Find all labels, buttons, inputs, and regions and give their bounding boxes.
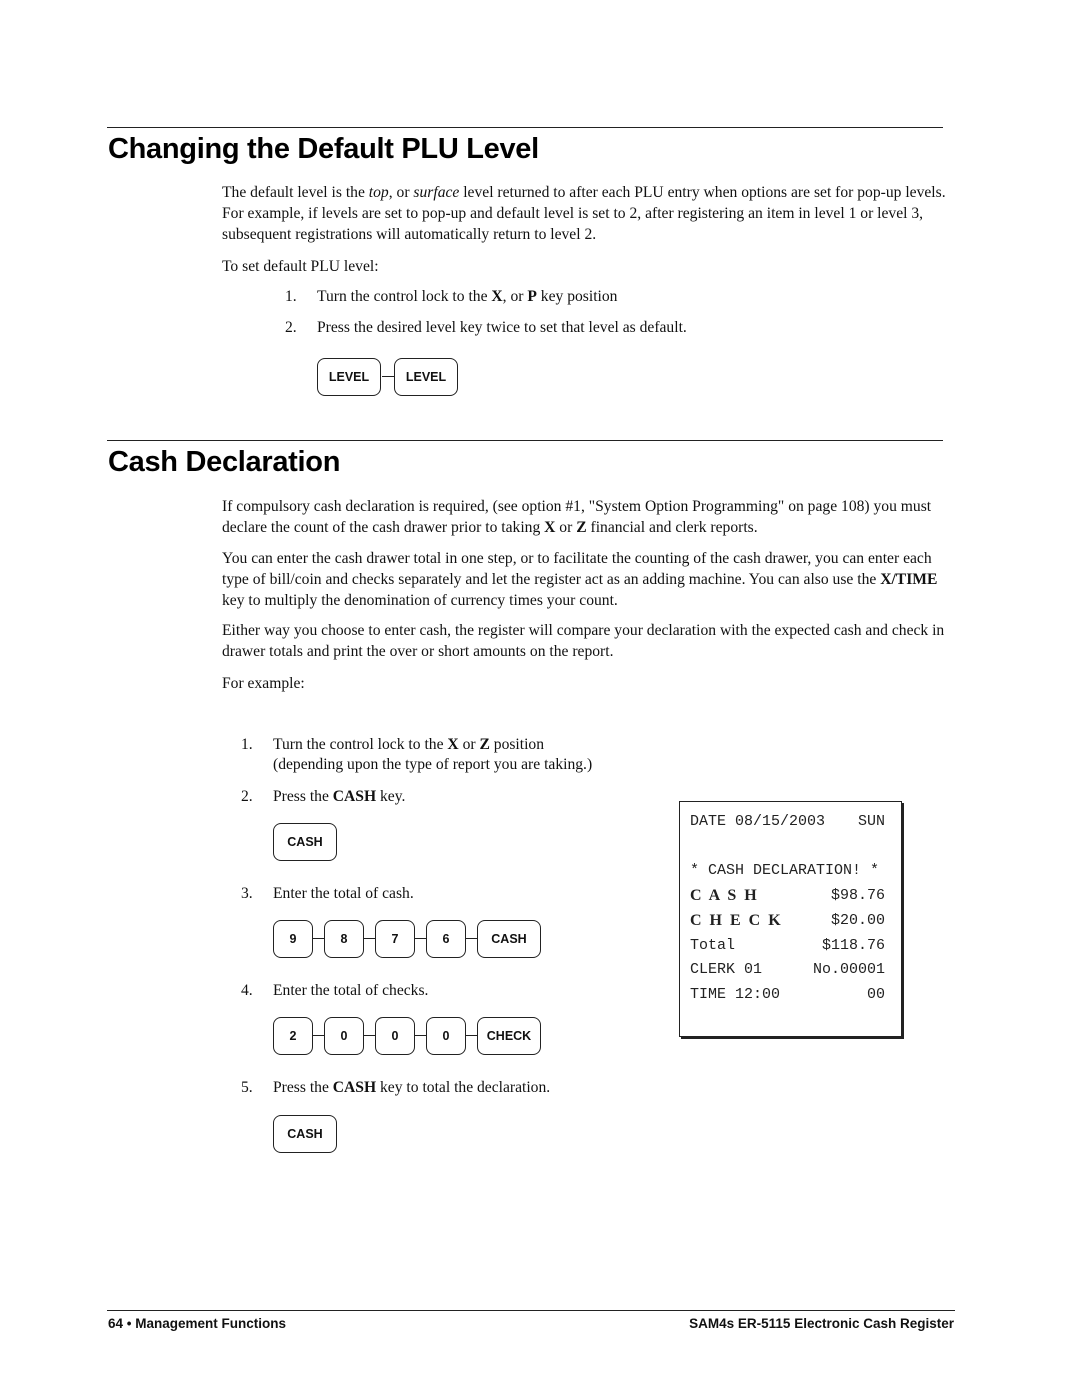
step-text: Press the CASH key to total the declarat… — [273, 1079, 551, 1096]
key-check: CHECK — [477, 1017, 541, 1055]
bold-z: Z — [576, 519, 587, 536]
key-digit: 2 — [273, 1017, 313, 1055]
step-number: 3. — [241, 885, 253, 902]
receipt-row-cash: C A S H $98.76 — [690, 887, 885, 907]
text-run: key to multiply the denomination of curr… — [222, 592, 618, 609]
key-level: LEVEL — [394, 358, 458, 396]
receipt-row-clerk: CLERK 01 No.00001 — [690, 961, 885, 981]
text-run: , or — [388, 184, 414, 201]
receipt-printout: DATE 08/15/2003 SUN * CASH DECLARATION! … — [679, 801, 902, 1037]
step-text: Turn the control lock to the X or Z posi… — [273, 736, 545, 753]
step-text: Turn the control lock to the X, or P key… — [317, 288, 618, 305]
cash-declaration-p4: For example: — [222, 675, 305, 692]
bold-x: X — [544, 519, 556, 536]
key-cash: CASH — [477, 920, 541, 958]
key-digit: 0 — [426, 1017, 466, 1055]
receipt-label: C A S H — [690, 887, 759, 904]
receipt-value: 00 — [866, 986, 885, 1003]
section-rule-2 — [107, 440, 943, 441]
footer-rule — [107, 1310, 955, 1311]
cash-declaration-p1: If compulsory cash declaration is requir… — [222, 496, 952, 538]
key-connector — [382, 376, 394, 377]
text-run: The default level is the — [222, 184, 369, 201]
section-title-plu-level: Changing the Default PLU Level — [108, 133, 539, 165]
receipt-day: SUN — [857, 813, 885, 830]
footer-right: SAM4s ER-5115 Electronic Cash Register — [689, 1316, 954, 1331]
receipt-row-check: C H E C K $20.00 — [690, 912, 885, 932]
receipt-label: CLERK 01 — [690, 961, 763, 978]
cash-declaration-p3: Either way you choose to enter cash, the… — [222, 622, 945, 660]
receipt-date: DATE 08/15/2003 — [690, 813, 826, 830]
footer-left: 64 • Management Functions — [108, 1316, 287, 1331]
section-rule-1 — [107, 127, 943, 128]
step-text-line2: (depending upon the type of report you a… — [273, 756, 593, 773]
step-text: Enter the total of cash. — [273, 885, 414, 902]
step-number: 1. — [285, 288, 297, 305]
step-number: 4. — [241, 982, 253, 999]
step-text: Press the CASH key. — [273, 788, 406, 805]
receipt-row-time: TIME 12:00 00 — [690, 986, 885, 1006]
step-text: Press the desired level key twice to set… — [317, 319, 687, 336]
plu-level-intro: To set default PLU level: — [222, 258, 379, 275]
receipt-value: No.00001 — [812, 961, 885, 978]
step-number: 2. — [285, 319, 297, 336]
receipt-row-total: Total $118.76 — [690, 937, 885, 957]
receipt-value: $98.76 — [830, 887, 885, 904]
key-cash: CASH — [273, 823, 337, 861]
key-cash: CASH — [273, 1115, 337, 1153]
bold-xtime: X/TIME — [880, 571, 938, 588]
receipt-value: $118.76 — [821, 937, 885, 954]
emphasis-surface: surface — [413, 184, 460, 201]
key-level: LEVEL — [317, 358, 381, 396]
key-digit: 0 — [324, 1017, 364, 1055]
step-number: 1. — [241, 736, 253, 753]
key-digit: 9 — [273, 920, 313, 958]
key-digit: 0 — [375, 1017, 415, 1055]
emphasis-top: top — [368, 184, 389, 201]
plu-level-description: The default level is the top, or surface… — [222, 182, 952, 245]
receipt-heading-line: * CASH DECLARATION! * — [690, 862, 885, 882]
step-text: Enter the total of checks. — [273, 982, 429, 999]
cash-declaration-p2: You can enter the cash drawer total in o… — [222, 548, 952, 611]
text-run: or — [555, 519, 577, 536]
key-digit: 6 — [426, 920, 466, 958]
receipt-label: C H E C K — [690, 912, 783, 929]
text-run: You can enter the cash drawer total in o… — [222, 550, 932, 588]
cash-key-sequence-step2: CASH — [273, 823, 343, 863]
receipt-label: Total — [690, 937, 736, 954]
key-digit: 7 — [375, 920, 415, 958]
level-key-sequence: LEVEL LEVEL — [317, 358, 462, 398]
receipt-value: $20.00 — [830, 912, 885, 929]
receipt-date-line: DATE 08/15/2003 SUN — [690, 813, 885, 833]
cash-key-sequence-step3: 9 8 7 6 CASH — [273, 920, 543, 960]
receipt-label: TIME 12:00 — [690, 986, 781, 1003]
text-run: financial and clerk reports. — [586, 519, 758, 536]
step-number: 5. — [241, 1079, 253, 1096]
key-digit: 8 — [324, 920, 364, 958]
section-title-cash-declaration: Cash Declaration — [108, 446, 341, 478]
cash-key-sequence-step5: CASH — [273, 1115, 343, 1155]
receipt-heading: * CASH DECLARATION! * — [690, 862, 880, 879]
check-key-sequence-step4: 2 0 0 0 CHECK — [273, 1017, 543, 1057]
step-number: 2. — [241, 788, 253, 805]
